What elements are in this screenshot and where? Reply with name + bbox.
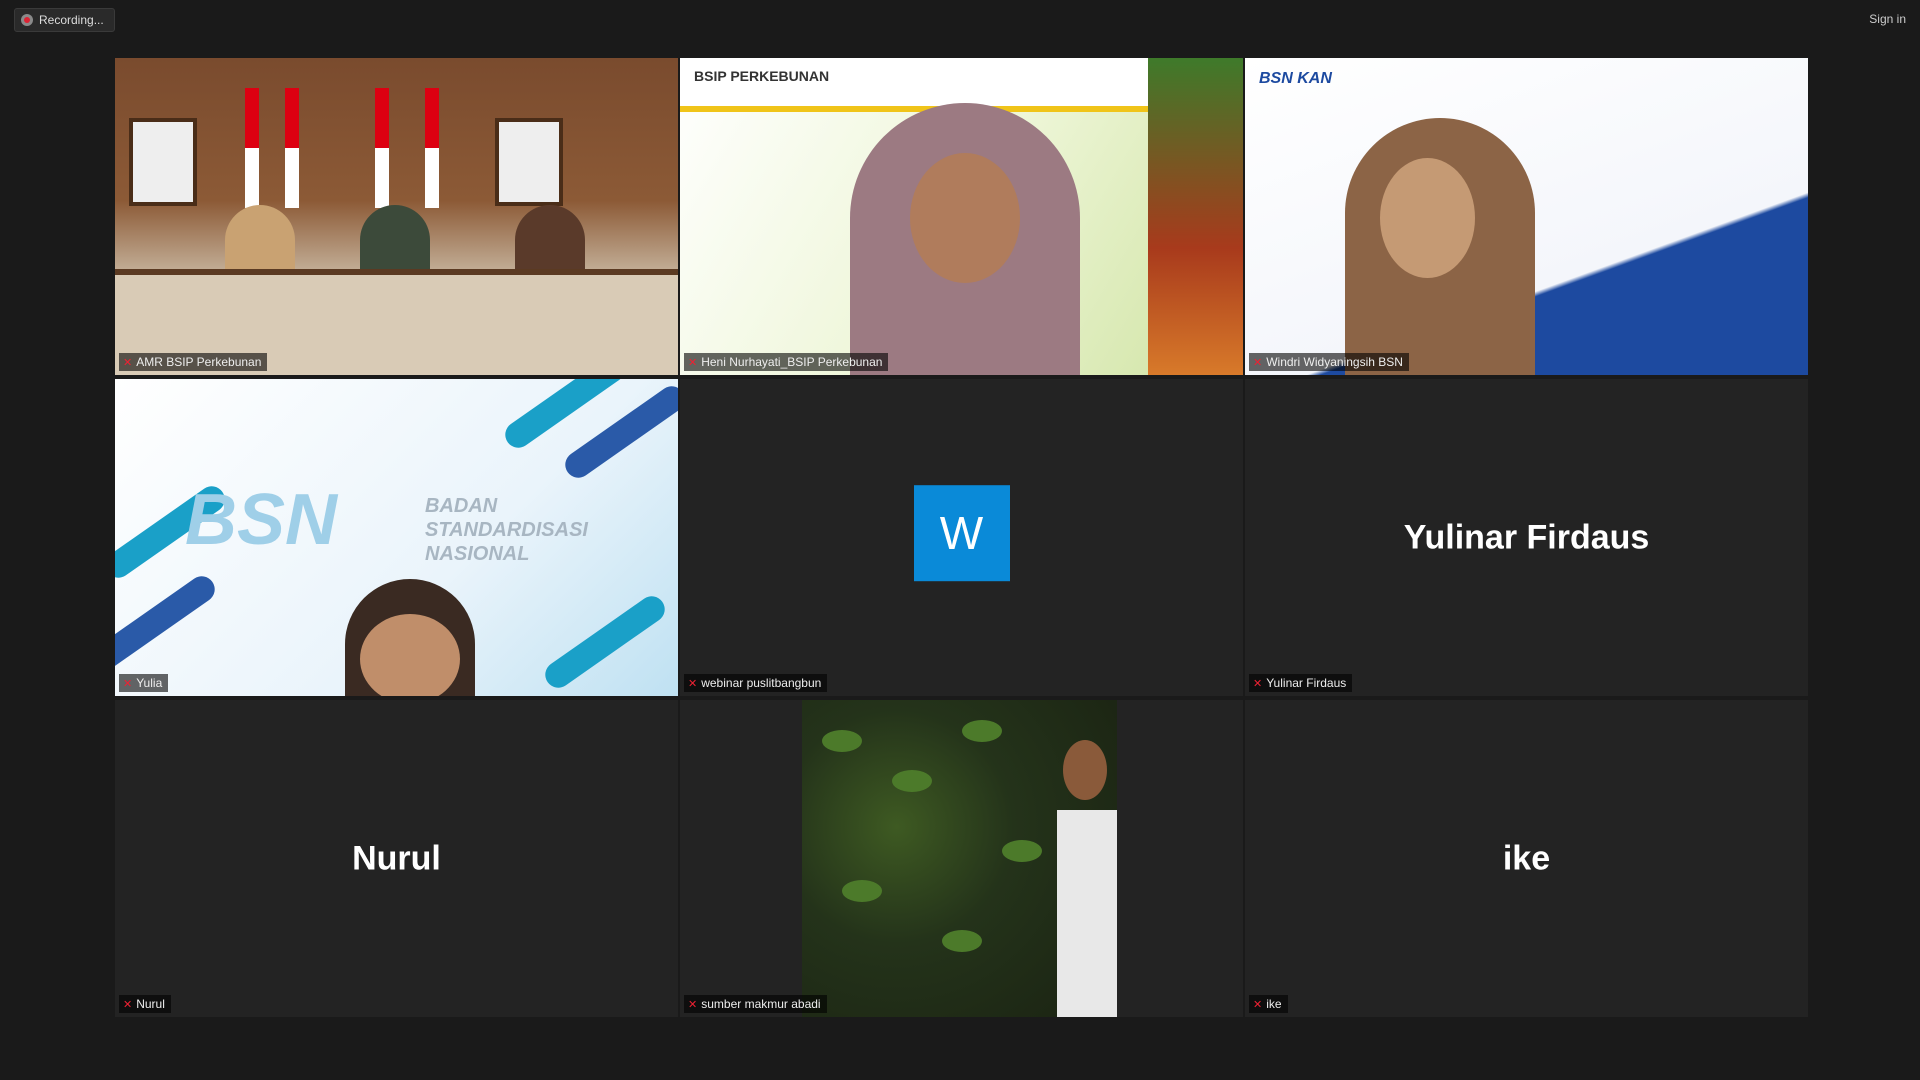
mic-muted-icon: ✕	[123, 998, 133, 1011]
leaf	[962, 720, 1002, 742]
recording-dot-icon	[21, 14, 33, 26]
mic-muted-icon: ✕	[1253, 998, 1263, 1011]
leaf	[892, 770, 932, 792]
participant-name-label: ✕ Yulinar Firdaus	[1249, 674, 1353, 692]
mic-muted-icon: ✕	[688, 677, 698, 690]
flag	[375, 88, 389, 208]
person-head	[1063, 740, 1107, 800]
mic-muted-icon: ✕	[1253, 356, 1263, 369]
leaf	[942, 930, 982, 952]
flag	[285, 88, 299, 208]
participant-name-label: ✕ webinar puslitbangbun	[684, 674, 828, 692]
mic-muted-icon: ✕	[688, 998, 698, 1011]
leaf	[1002, 840, 1042, 862]
participant-video: BSIP PERKEBUNAN	[680, 58, 1243, 375]
leaf	[822, 730, 862, 752]
flag	[425, 88, 439, 208]
person-face	[910, 153, 1020, 283]
decor-stripe	[540, 591, 670, 693]
background-photo	[1148, 58, 1243, 375]
participant-tile-heni-nurhayati[interactable]: BSIP PERKEBUNAN ✕ Heni Nurhayati_BSIP Pe…	[680, 58, 1243, 375]
participant-tile-sumber-makmur-abadi[interactable]: ✕ sumber makmur abadi	[680, 700, 1243, 1017]
person-face	[360, 614, 460, 696]
person	[225, 205, 295, 275]
person-shirt	[1057, 810, 1117, 1017]
mic-muted-icon: ✕	[123, 677, 133, 690]
recording-label: Recording...	[39, 13, 104, 27]
mic-muted-icon: ✕	[688, 356, 698, 369]
slide-logo: BSN KAN	[1259, 70, 1332, 87]
participant-gallery: ✕ AMR BSIP Perkebunan BSIP PERKEBUNAN ✕ …	[115, 58, 1809, 1018]
top-bar: Recording... Sign in	[0, 0, 1920, 40]
participant-video: BSN KAN	[1245, 58, 1808, 375]
leaf	[842, 880, 882, 902]
participant-name-label: ✕ Windri Widyaningsih BSN	[1249, 353, 1409, 371]
flag	[245, 88, 259, 208]
participant-display-name: Nurul	[352, 839, 441, 877]
slide-logo: BSN	[185, 480, 338, 560]
mic-muted-icon: ✕	[1253, 677, 1263, 690]
person	[360, 205, 430, 275]
participant-name-label: ✕ Nurul	[119, 995, 171, 1013]
decor-stripe	[115, 571, 220, 673]
participant-avatar: W	[913, 484, 1010, 581]
participant-name-label: ✕ AMR BSIP Perkebunan	[119, 353, 268, 371]
mic-muted-icon: ✕	[123, 356, 133, 369]
participant-name-label: ✕ Heni Nurhayati_BSIP Perkebunan	[684, 353, 889, 371]
participant-tile-windri-widyaningsih[interactable]: BSN KAN ✕ Windri Widyaningsih BSN	[1245, 58, 1808, 375]
participant-video	[115, 58, 678, 375]
participant-tile-yulia[interactable]: BSN BADAN STANDARDISASI NASIONAL ✕ Yulia	[115, 379, 678, 696]
participant-video	[802, 700, 1117, 1017]
slide-header-text: BSIP PERKEBUNAN	[694, 68, 830, 84]
participant-display-name: Yulinar Firdaus	[1403, 518, 1650, 556]
person	[515, 205, 585, 275]
sign-in-link[interactable]: Sign in	[1869, 12, 1906, 26]
participant-tile-nurul[interactable]: Nurul ✕ Nurul	[115, 700, 678, 1017]
participant-tile-ike[interactable]: ike ✕ ike	[1245, 700, 1808, 1017]
virtual-background-header: BSIP PERKEBUNAN	[680, 58, 1163, 112]
participant-name-label: ✕ sumber makmur abadi	[684, 995, 827, 1013]
wall-portrait	[495, 118, 563, 206]
participant-video: BSN BADAN STANDARDISASI NASIONAL	[115, 379, 678, 696]
wall-portrait	[129, 118, 197, 206]
participant-name-label: ✕ ike	[1249, 995, 1288, 1013]
slide-title: BADAN STANDARDISASI NASIONAL	[425, 495, 588, 565]
recording-indicator[interactable]: Recording...	[14, 8, 115, 32]
participant-name-label: ✕ Yulia	[119, 674, 169, 692]
participant-tile-yulinar-firdaus[interactable]: Yulinar Firdaus ✕ Yulinar Firdaus	[1245, 379, 1808, 696]
participant-tile-amr-bsip-perkebunan[interactable]: ✕ AMR BSIP Perkebunan	[115, 58, 678, 375]
person-face	[1380, 158, 1475, 278]
participant-tile-webinar-puslitbangbun[interactable]: W ✕ webinar puslitbangbun	[680, 379, 1243, 696]
participant-display-name: ike	[1502, 839, 1551, 877]
